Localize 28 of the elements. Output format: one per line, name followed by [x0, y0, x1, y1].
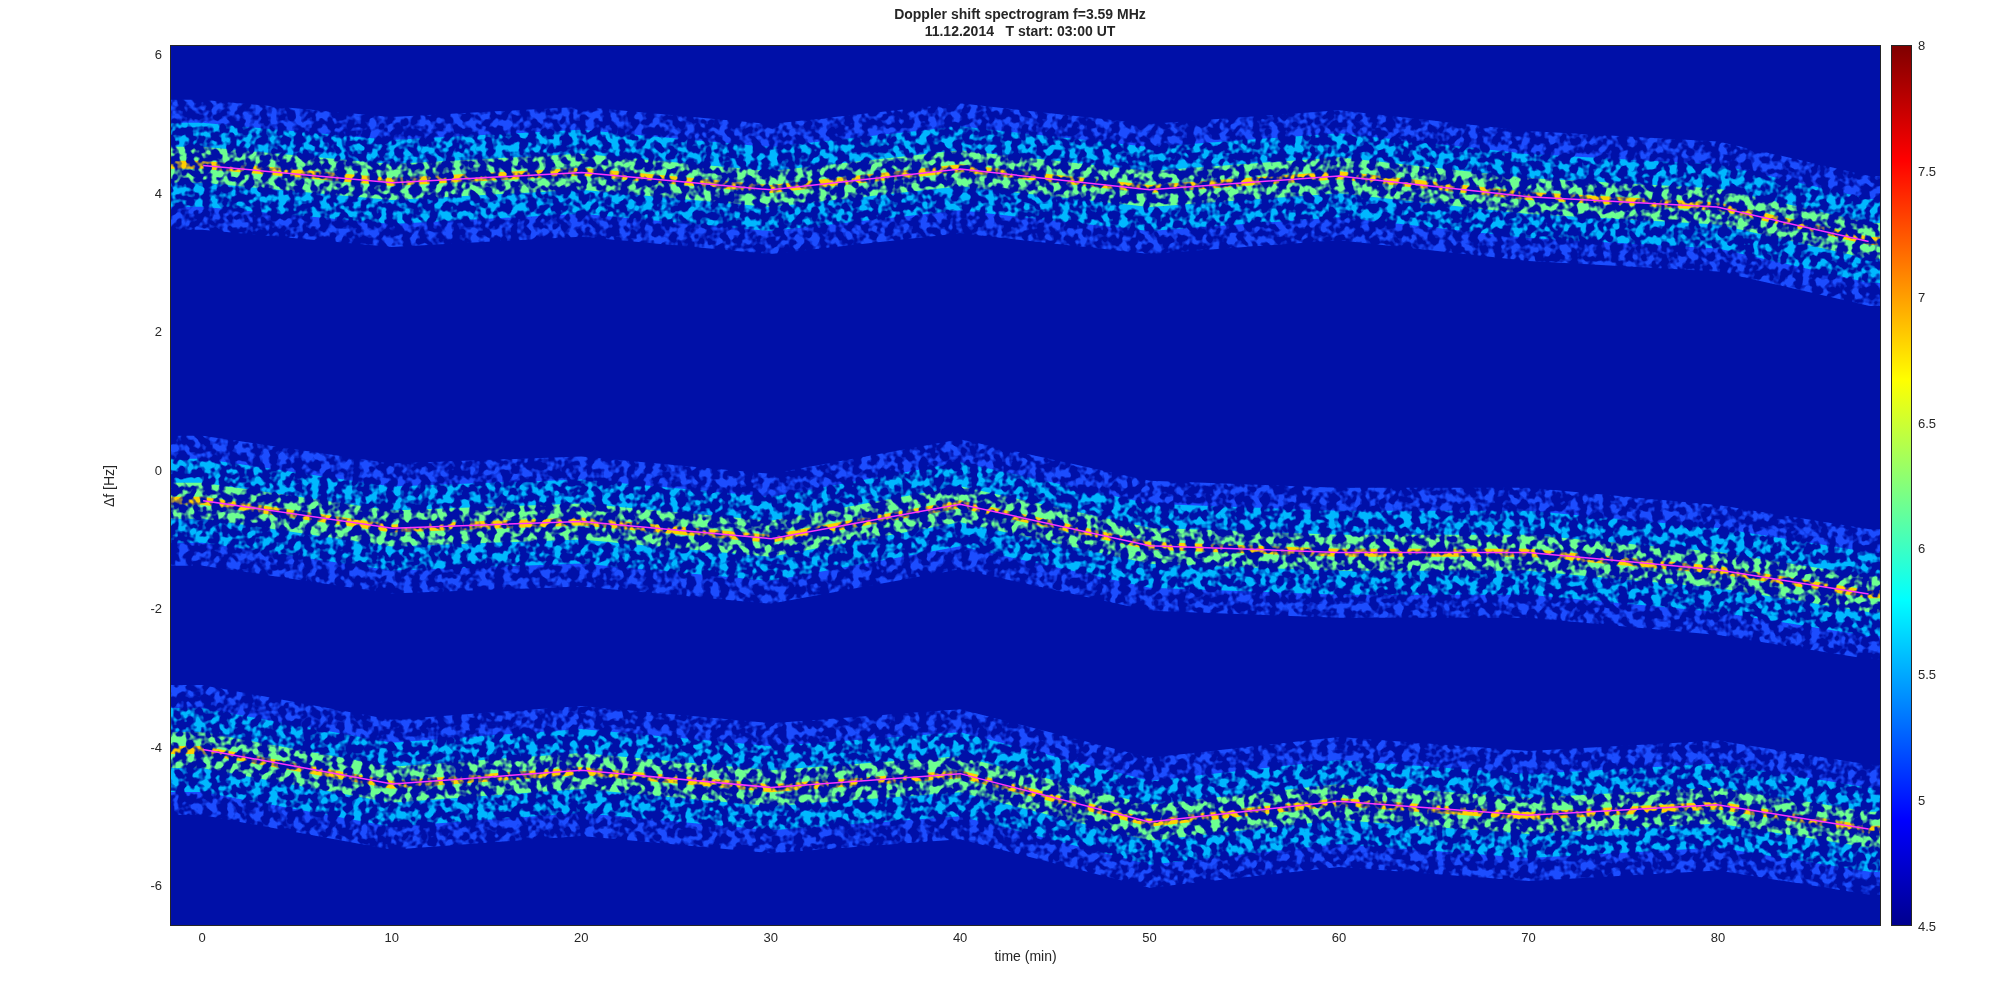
colorbar-tick-label: 8 — [1918, 37, 1926, 53]
x-tick-label: 10 — [384, 930, 399, 945]
colorbar-tick-label: 6.5 — [1918, 415, 1937, 431]
x-axis-label: time (min) — [994, 948, 1057, 964]
y-tick-label: -2 — [150, 600, 162, 616]
colorbar-tick-label: 6 — [1918, 540, 1926, 556]
colorbar-tick-label: 5 — [1918, 792, 1926, 808]
y-tick-label: 4 — [154, 185, 162, 200]
colorbar-tick-label: 7.5 — [1918, 163, 1937, 179]
y-tick-label: 2 — [154, 323, 162, 339]
x-tick-label: 70 — [1521, 930, 1536, 945]
y-tick-label: 0 — [154, 462, 162, 478]
y-tick-label: -4 — [150, 739, 162, 755]
colorbar-tick-label: 5.5 — [1918, 666, 1937, 682]
x-tick-label: 30 — [763, 930, 778, 945]
x-tick-label: 40 — [952, 930, 968, 945]
x-tick-label: 20 — [573, 930, 589, 945]
y-axis-label: Δf [Hz] — [101, 464, 117, 507]
x-tick-label: 80 — [1710, 930, 1726, 945]
x-tick-label: 0 — [198, 930, 206, 945]
chart-title: 11.12.2014 T start: 03:00 UT — [924, 22, 1116, 40]
y-tick-label: -6 — [150, 877, 162, 893]
y-tick-label: 6 — [154, 46, 162, 62]
chart-title: Doppler shift spectrogram f=3.59 MHz — [894, 5, 1146, 23]
x-tick-label: 50 — [1142, 930, 1157, 945]
colorbar-tick-label: 4.5 — [1918, 918, 1937, 934]
colorbar-tick-label: 7 — [1918, 289, 1926, 305]
x-tick-label: 60 — [1331, 930, 1347, 945]
